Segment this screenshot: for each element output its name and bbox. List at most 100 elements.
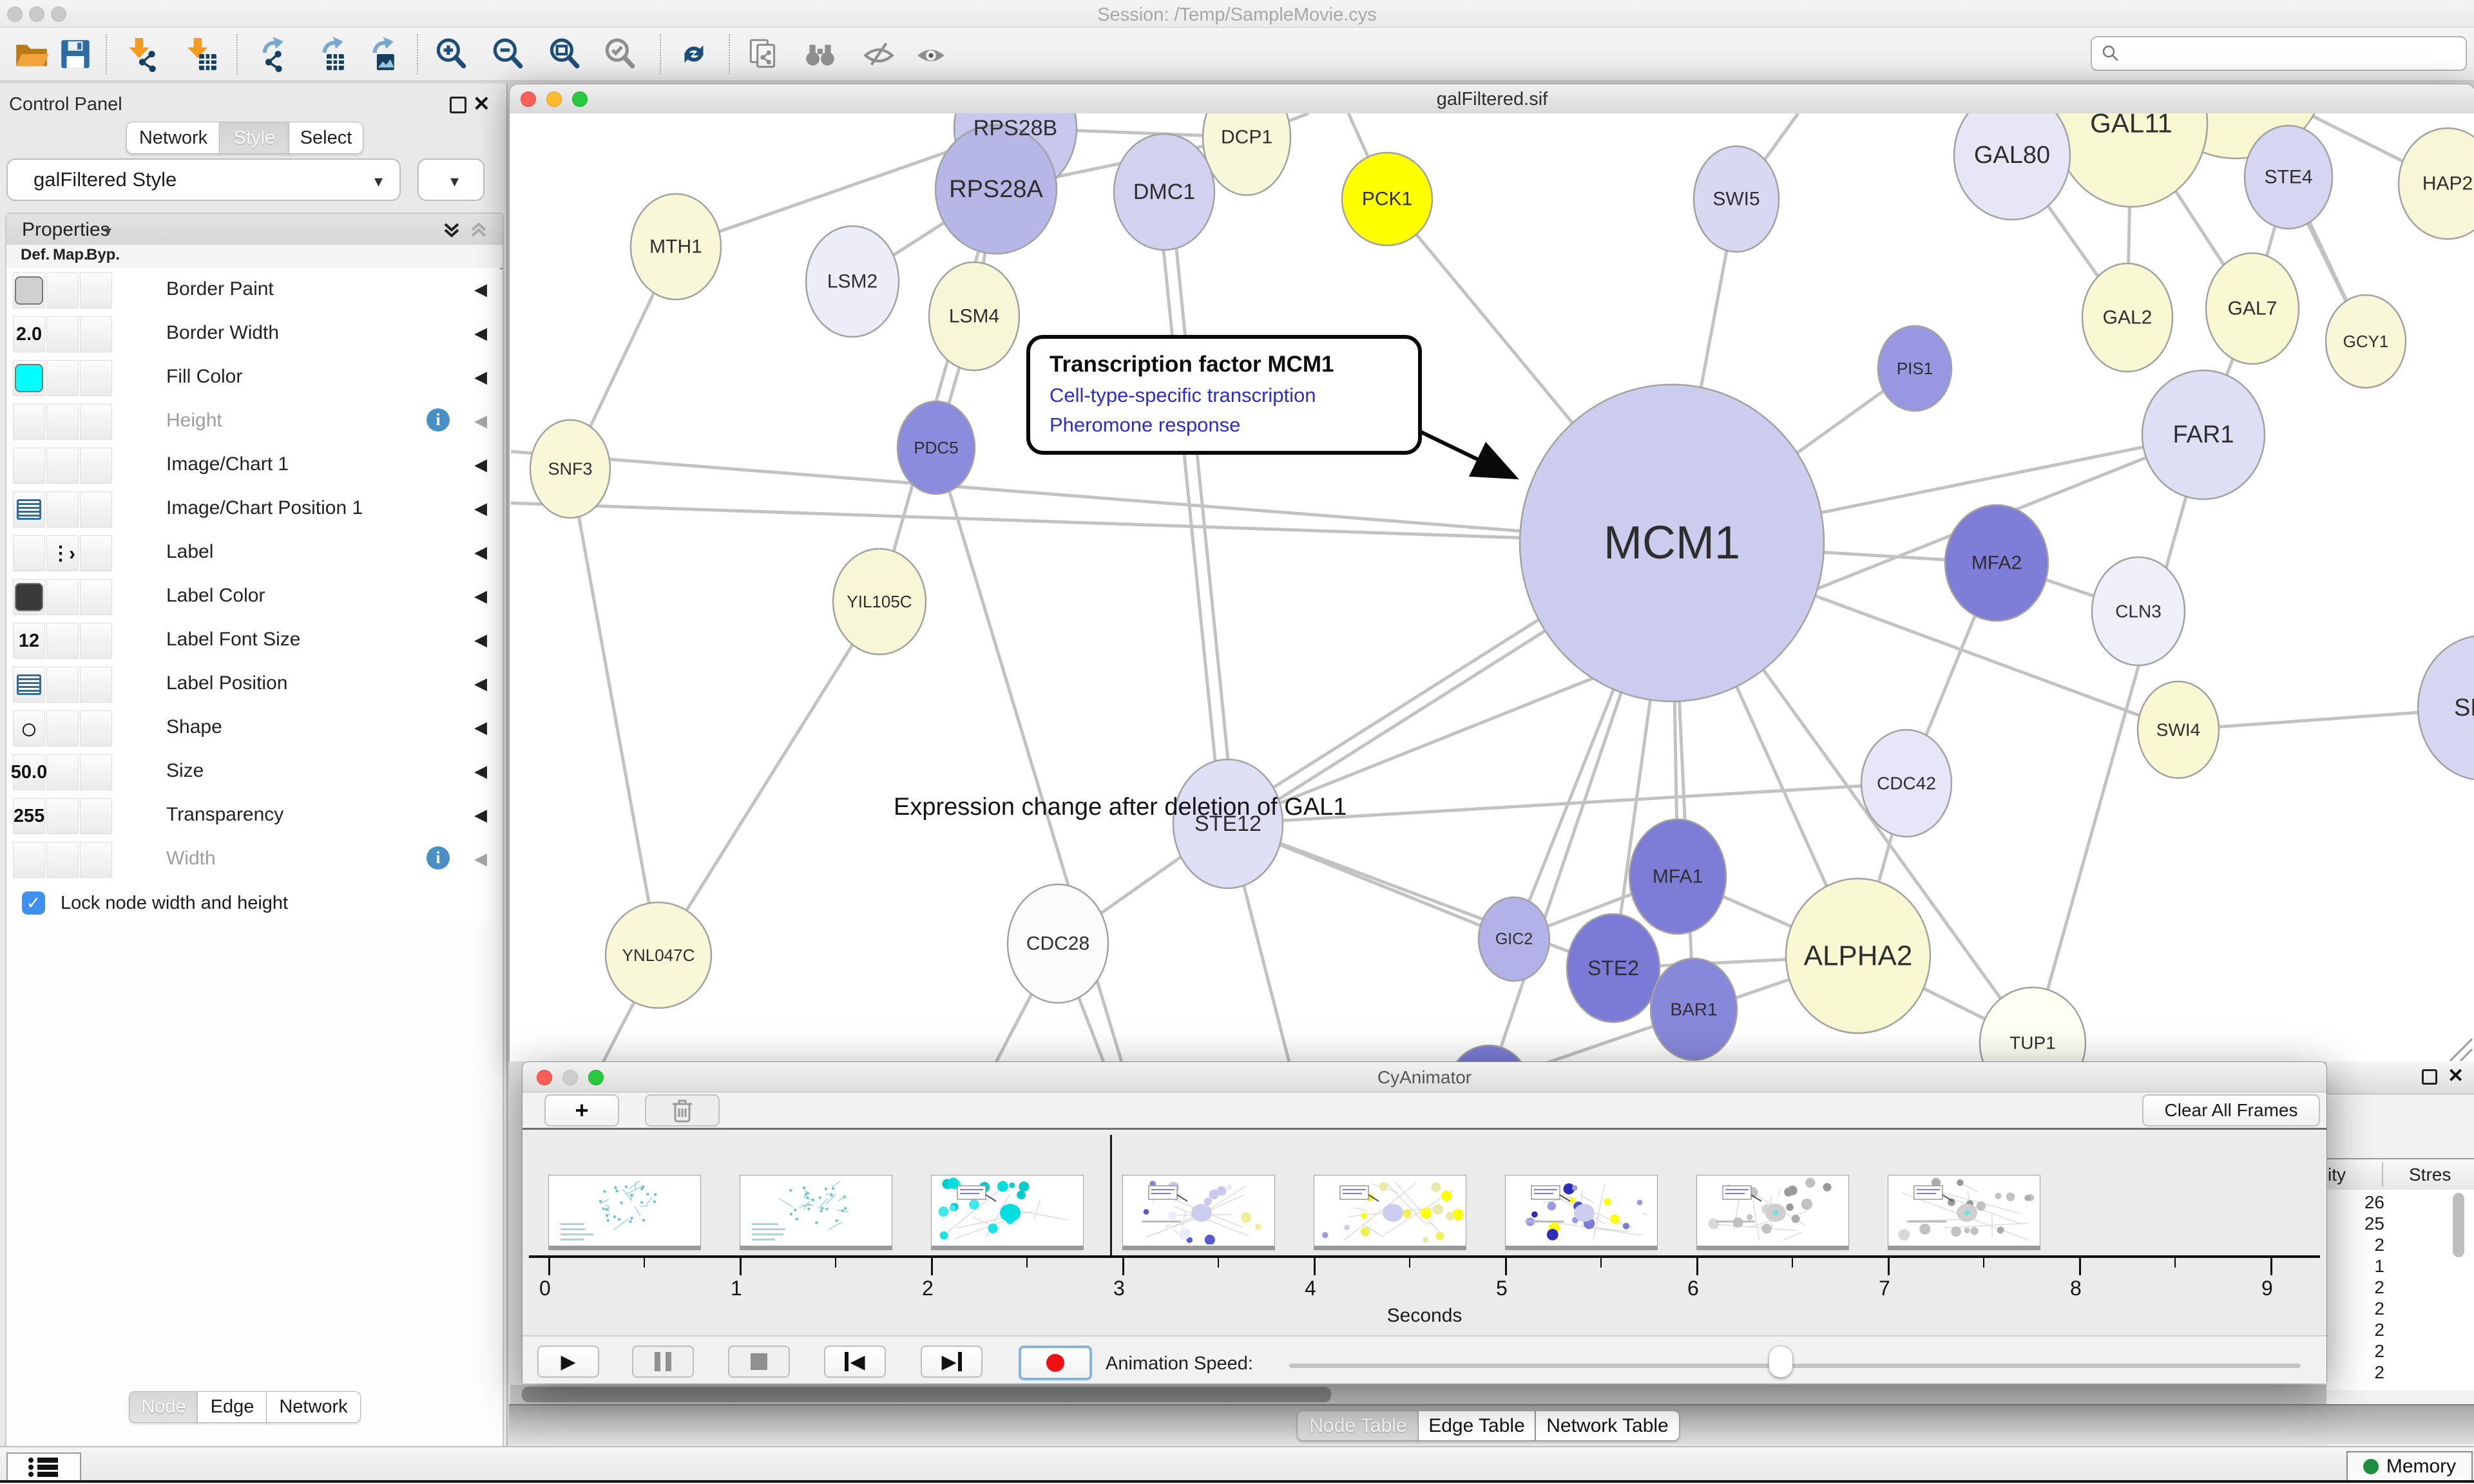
expand-row-icon[interactable]: ◀ bbox=[474, 499, 487, 518]
property-def-cell[interactable]: 2.0 bbox=[13, 316, 45, 352]
panel-tab-network[interactable]: Network bbox=[266, 1391, 361, 1423]
table-cell-value[interactable]: 26 bbox=[2326, 1192, 2384, 1213]
property-def-cell[interactable] bbox=[13, 404, 45, 440]
property-row[interactable]: Border Paint◀ bbox=[6, 268, 500, 312]
timeline-frame-6[interactable] bbox=[1696, 1175, 1849, 1250]
property-map-cell[interactable] bbox=[46, 667, 79, 703]
add-frame-button[interactable]: + bbox=[544, 1094, 619, 1127]
property-def-cell[interactable] bbox=[13, 360, 45, 396]
property-row[interactable]: ○Shape◀ bbox=[6, 706, 500, 750]
table-horizontal-scrollbar[interactable] bbox=[510, 1385, 2326, 1404]
property-def-cell[interactable] bbox=[13, 667, 45, 703]
hide-details-icon[interactable] bbox=[860, 35, 897, 73]
property-def-cell[interactable]: 50.0 bbox=[13, 754, 45, 790]
property-row[interactable]: ⋮›Label◀ bbox=[6, 531, 500, 575]
table-cell-value[interactable]: 2 bbox=[2326, 1362, 2384, 1383]
property-byp-cell[interactable] bbox=[80, 798, 112, 834]
property-byp-cell[interactable] bbox=[80, 754, 112, 790]
export-image-icon[interactable] bbox=[360, 35, 397, 73]
show-details-icon[interactable] bbox=[912, 35, 950, 73]
property-byp-cell[interactable] bbox=[80, 579, 112, 615]
property-map-cell[interactable] bbox=[46, 491, 79, 528]
slider-thumb[interactable] bbox=[1769, 1346, 1793, 1378]
property-row[interactable]: 255Transparency◀ bbox=[6, 794, 500, 838]
property-byp-cell[interactable] bbox=[80, 710, 112, 747]
tab-network-table[interactable]: Network Table bbox=[1535, 1411, 1680, 1441]
table-column-header[interactable]: ity Stres bbox=[2326, 1158, 2474, 1191]
property-byp-cell[interactable] bbox=[80, 535, 112, 571]
property-byp-cell[interactable] bbox=[80, 667, 112, 703]
tab-node-table[interactable]: Node Table bbox=[1297, 1411, 1419, 1441]
tab-select[interactable]: Select bbox=[289, 122, 363, 154]
timeline-frame-1[interactable] bbox=[740, 1175, 892, 1250]
play-button[interactable]: ▶ bbox=[537, 1346, 599, 1378]
property-byp-cell[interactable] bbox=[80, 623, 112, 659]
expand-row-icon[interactable]: ◀ bbox=[474, 674, 487, 694]
table-cell-value[interactable]: 2 bbox=[2326, 1341, 2384, 1362]
property-row[interactable]: 2.0Border Width◀ bbox=[6, 312, 500, 356]
close-icon[interactable]: ✕ bbox=[473, 91, 490, 116]
expand-row-icon[interactable]: ◀ bbox=[474, 455, 487, 475]
property-map-cell[interactable]: ⋮› bbox=[46, 535, 79, 571]
network-node-DCP1[interactable] bbox=[1203, 113, 1290, 195]
export-network-icon[interactable] bbox=[249, 35, 287, 73]
expand-row-icon[interactable]: ◀ bbox=[474, 586, 487, 606]
property-def-cell[interactable] bbox=[13, 842, 45, 878]
stop-button[interactable] bbox=[728, 1346, 790, 1378]
property-map-cell[interactable] bbox=[46, 623, 79, 659]
panel-tab-node[interactable]: Node bbox=[129, 1391, 198, 1423]
expand-row-icon[interactable]: ◀ bbox=[474, 761, 487, 781]
table-scrollbar[interactable] bbox=[2453, 1193, 2464, 1257]
property-def-cell[interactable] bbox=[13, 535, 45, 571]
info-icon[interactable]: i bbox=[427, 408, 450, 432]
network-node-PURP[interactable] bbox=[1450, 1045, 1528, 1062]
expand-row-icon[interactable]: ◀ bbox=[474, 630, 487, 650]
table-cell-value[interactable]: 2 bbox=[2326, 1298, 2384, 1319]
annotation-box[interactable]: Transcription factor MCM1 Cell-type-spec… bbox=[1026, 335, 1422, 455]
skip-to-start-button[interactable]: ◀ bbox=[824, 1346, 886, 1378]
animation-speed-slider[interactable] bbox=[1289, 1364, 2301, 1368]
timeline-frame-2[interactable] bbox=[931, 1175, 1084, 1250]
property-byp-cell[interactable] bbox=[80, 360, 112, 396]
expand-row-icon[interactable]: ◀ bbox=[474, 849, 487, 869]
lock-size-checkbox[interactable]: ✓ bbox=[22, 891, 45, 915]
table-cell-value[interactable]: 1 bbox=[2326, 1256, 2384, 1277]
property-byp-cell[interactable] bbox=[80, 316, 112, 352]
save-session-icon[interactable] bbox=[57, 35, 94, 73]
property-def-cell[interactable]: 12 bbox=[13, 623, 45, 659]
timeline-frame-5[interactable] bbox=[1505, 1175, 1658, 1250]
find-icon[interactable] bbox=[801, 35, 839, 73]
property-byp-cell[interactable] bbox=[80, 404, 112, 440]
zoom-in-icon[interactable] bbox=[432, 35, 470, 73]
expand-row-icon[interactable]: ◀ bbox=[474, 323, 487, 343]
export-table-icon[interactable] bbox=[309, 35, 347, 73]
property-map-cell[interactable] bbox=[46, 842, 79, 878]
playhead[interactable] bbox=[1110, 1135, 1112, 1258]
property-row[interactable]: Image/Chart 1◀ bbox=[6, 443, 500, 488]
tab-style[interactable]: Style bbox=[219, 122, 290, 154]
properties-header[interactable]: Properties ▾ bbox=[6, 214, 503, 245]
property-map-cell[interactable] bbox=[46, 710, 79, 747]
memory-button[interactable]: Memory bbox=[2346, 1451, 2473, 1482]
expand-row-icon[interactable]: ◀ bbox=[474, 280, 487, 300]
cyanimator-titlebar[interactable]: CyAnimator bbox=[523, 1062, 2326, 1092]
property-byp-cell[interactable] bbox=[80, 272, 112, 309]
zoom-fit-icon[interactable] bbox=[546, 35, 583, 73]
search-input[interactable] bbox=[2091, 36, 2467, 71]
zoom-selected-icon[interactable] bbox=[601, 35, 638, 73]
clear-all-frames-button[interactable]: Clear All Frames bbox=[2142, 1094, 2320, 1127]
refresh-icon[interactable] bbox=[675, 35, 713, 73]
tab-network[interactable]: Network bbox=[126, 122, 220, 154]
property-byp-cell[interactable] bbox=[80, 491, 112, 528]
zoom-out-icon[interactable] bbox=[489, 35, 526, 73]
pause-button[interactable] bbox=[632, 1346, 694, 1378]
property-map-cell[interactable] bbox=[46, 754, 79, 790]
skip-to-end-button[interactable]: ▶ bbox=[921, 1346, 983, 1378]
expand-row-icon[interactable]: ◀ bbox=[474, 718, 487, 737]
tab-edge-table[interactable]: Edge Table bbox=[1418, 1411, 1535, 1441]
float-icon[interactable] bbox=[450, 97, 466, 113]
style-selector[interactable]: galFiltered Style ▾ bbox=[6, 158, 401, 201]
property-def-cell[interactable]: ○ bbox=[13, 710, 45, 747]
property-map-cell[interactable] bbox=[46, 798, 79, 834]
property-def-cell[interactable] bbox=[13, 579, 45, 615]
